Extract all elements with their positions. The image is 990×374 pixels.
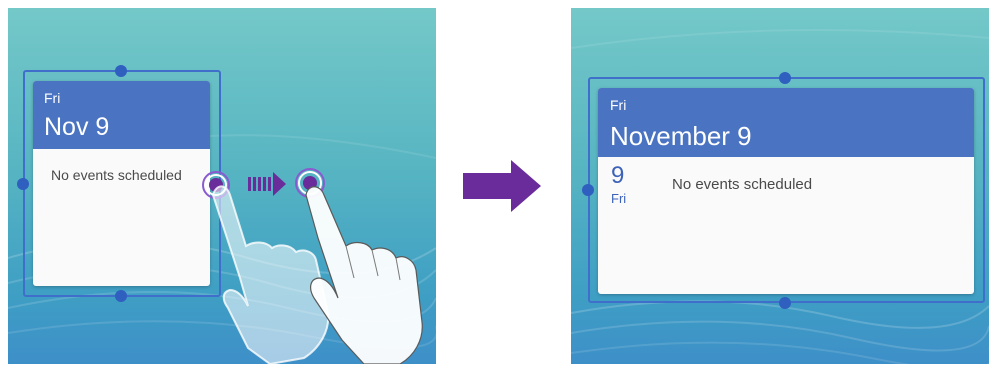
home-screen-after: Fri November 9 9 Fri No events scheduled: [571, 8, 989, 364]
no-events-message: No events scheduled: [672, 176, 813, 193]
event-day-number: 9: [611, 162, 625, 189]
resize-handle-top[interactable]: [779, 72, 791, 84]
drag-arrow-icon: [248, 172, 286, 196]
transition-arrow-icon: [463, 160, 541, 212]
widget-day-label: Fri: [610, 97, 627, 113]
resize-handle-left[interactable]: [582, 184, 594, 196]
finger-gesture-icon: [202, 168, 423, 364]
calendar-widget[interactable]: Fri November 9 9 Fri No events scheduled: [598, 88, 974, 294]
event-day-short: Fri: [611, 191, 627, 206]
calendar-widget-header: Fri November 9: [598, 88, 974, 157]
widget-date-label: November 9: [610, 121, 752, 151]
home-screen-before: Fri Nov 9 No events scheduled: [8, 8, 436, 364]
resize-handle-bottom[interactable]: [779, 297, 791, 309]
